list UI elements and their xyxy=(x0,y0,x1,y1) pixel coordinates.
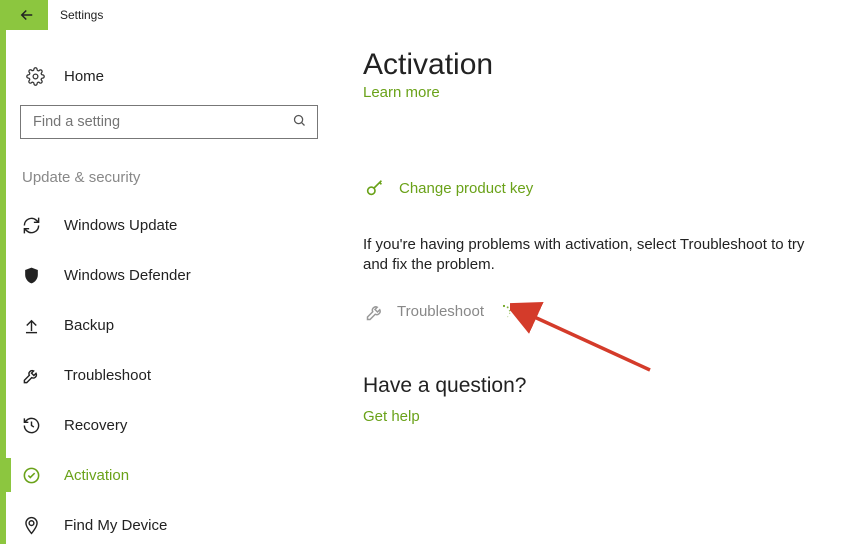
change-product-key-link[interactable]: Change product key xyxy=(363,177,833,199)
sidebar-item-activation[interactable]: Activation xyxy=(20,450,320,500)
get-help-link[interactable]: Get help xyxy=(363,408,833,425)
upload-icon xyxy=(20,316,42,335)
search-box[interactable] xyxy=(20,105,318,139)
sidebar-item-recovery[interactable]: Recovery xyxy=(20,400,320,450)
sidebar-item-label: Windows Defender xyxy=(64,267,191,284)
learn-more-link[interactable]: Learn more xyxy=(363,84,833,101)
sidebar-item-backup[interactable]: Backup xyxy=(20,300,320,350)
troubleshoot-button[interactable]: Troubleshoot xyxy=(363,302,833,322)
back-button[interactable] xyxy=(6,0,48,30)
history-icon xyxy=(20,416,42,435)
sidebar-item-windows-defender[interactable]: Windows Defender xyxy=(20,250,320,300)
sidebar-item-windows-update[interactable]: Windows Update xyxy=(20,200,320,250)
page-title: Activation xyxy=(363,48,833,82)
sidebar-item-label: Troubleshoot xyxy=(64,367,151,384)
sidebar-item-troubleshoot[interactable]: Troubleshoot xyxy=(20,350,320,400)
wrench-icon xyxy=(20,366,42,385)
section-header: Update & security xyxy=(20,169,320,186)
home-label: Home xyxy=(64,68,104,85)
change-product-key-label: Change product key xyxy=(399,180,533,197)
key-icon xyxy=(363,177,387,199)
question-heading: Have a question? xyxy=(363,374,833,398)
titlebar: Settings xyxy=(6,0,103,30)
sidebar-item-label: Windows Update xyxy=(64,217,177,234)
shield-icon xyxy=(20,266,42,285)
search-input[interactable] xyxy=(31,113,292,131)
search-icon xyxy=(292,113,307,131)
gear-icon xyxy=(24,67,46,86)
wrench-icon xyxy=(363,302,387,322)
app-title: Settings xyxy=(60,8,103,22)
location-icon xyxy=(20,516,42,535)
sidebar-item-find-my-device[interactable]: Find My Device xyxy=(20,500,320,550)
check-circle-icon xyxy=(20,466,42,485)
sidebar-item-label: Recovery xyxy=(64,417,127,434)
home-nav[interactable]: Home xyxy=(20,55,320,97)
sidebar: Home Update & security Windows Update xyxy=(20,55,320,550)
sidebar-item-label: Find My Device xyxy=(64,517,167,534)
nav-list: Windows Update Windows Defender Backup xyxy=(20,200,320,550)
sync-icon xyxy=(20,216,42,235)
activation-help-text: If you're having problems with activatio… xyxy=(363,235,823,276)
loading-spinner-icon xyxy=(496,304,512,320)
sidebar-item-label: Backup xyxy=(64,317,114,334)
main-content: Activation Learn more Change product key… xyxy=(363,48,833,425)
troubleshoot-label: Troubleshoot xyxy=(397,303,484,320)
sidebar-item-label: Activation xyxy=(64,467,129,484)
